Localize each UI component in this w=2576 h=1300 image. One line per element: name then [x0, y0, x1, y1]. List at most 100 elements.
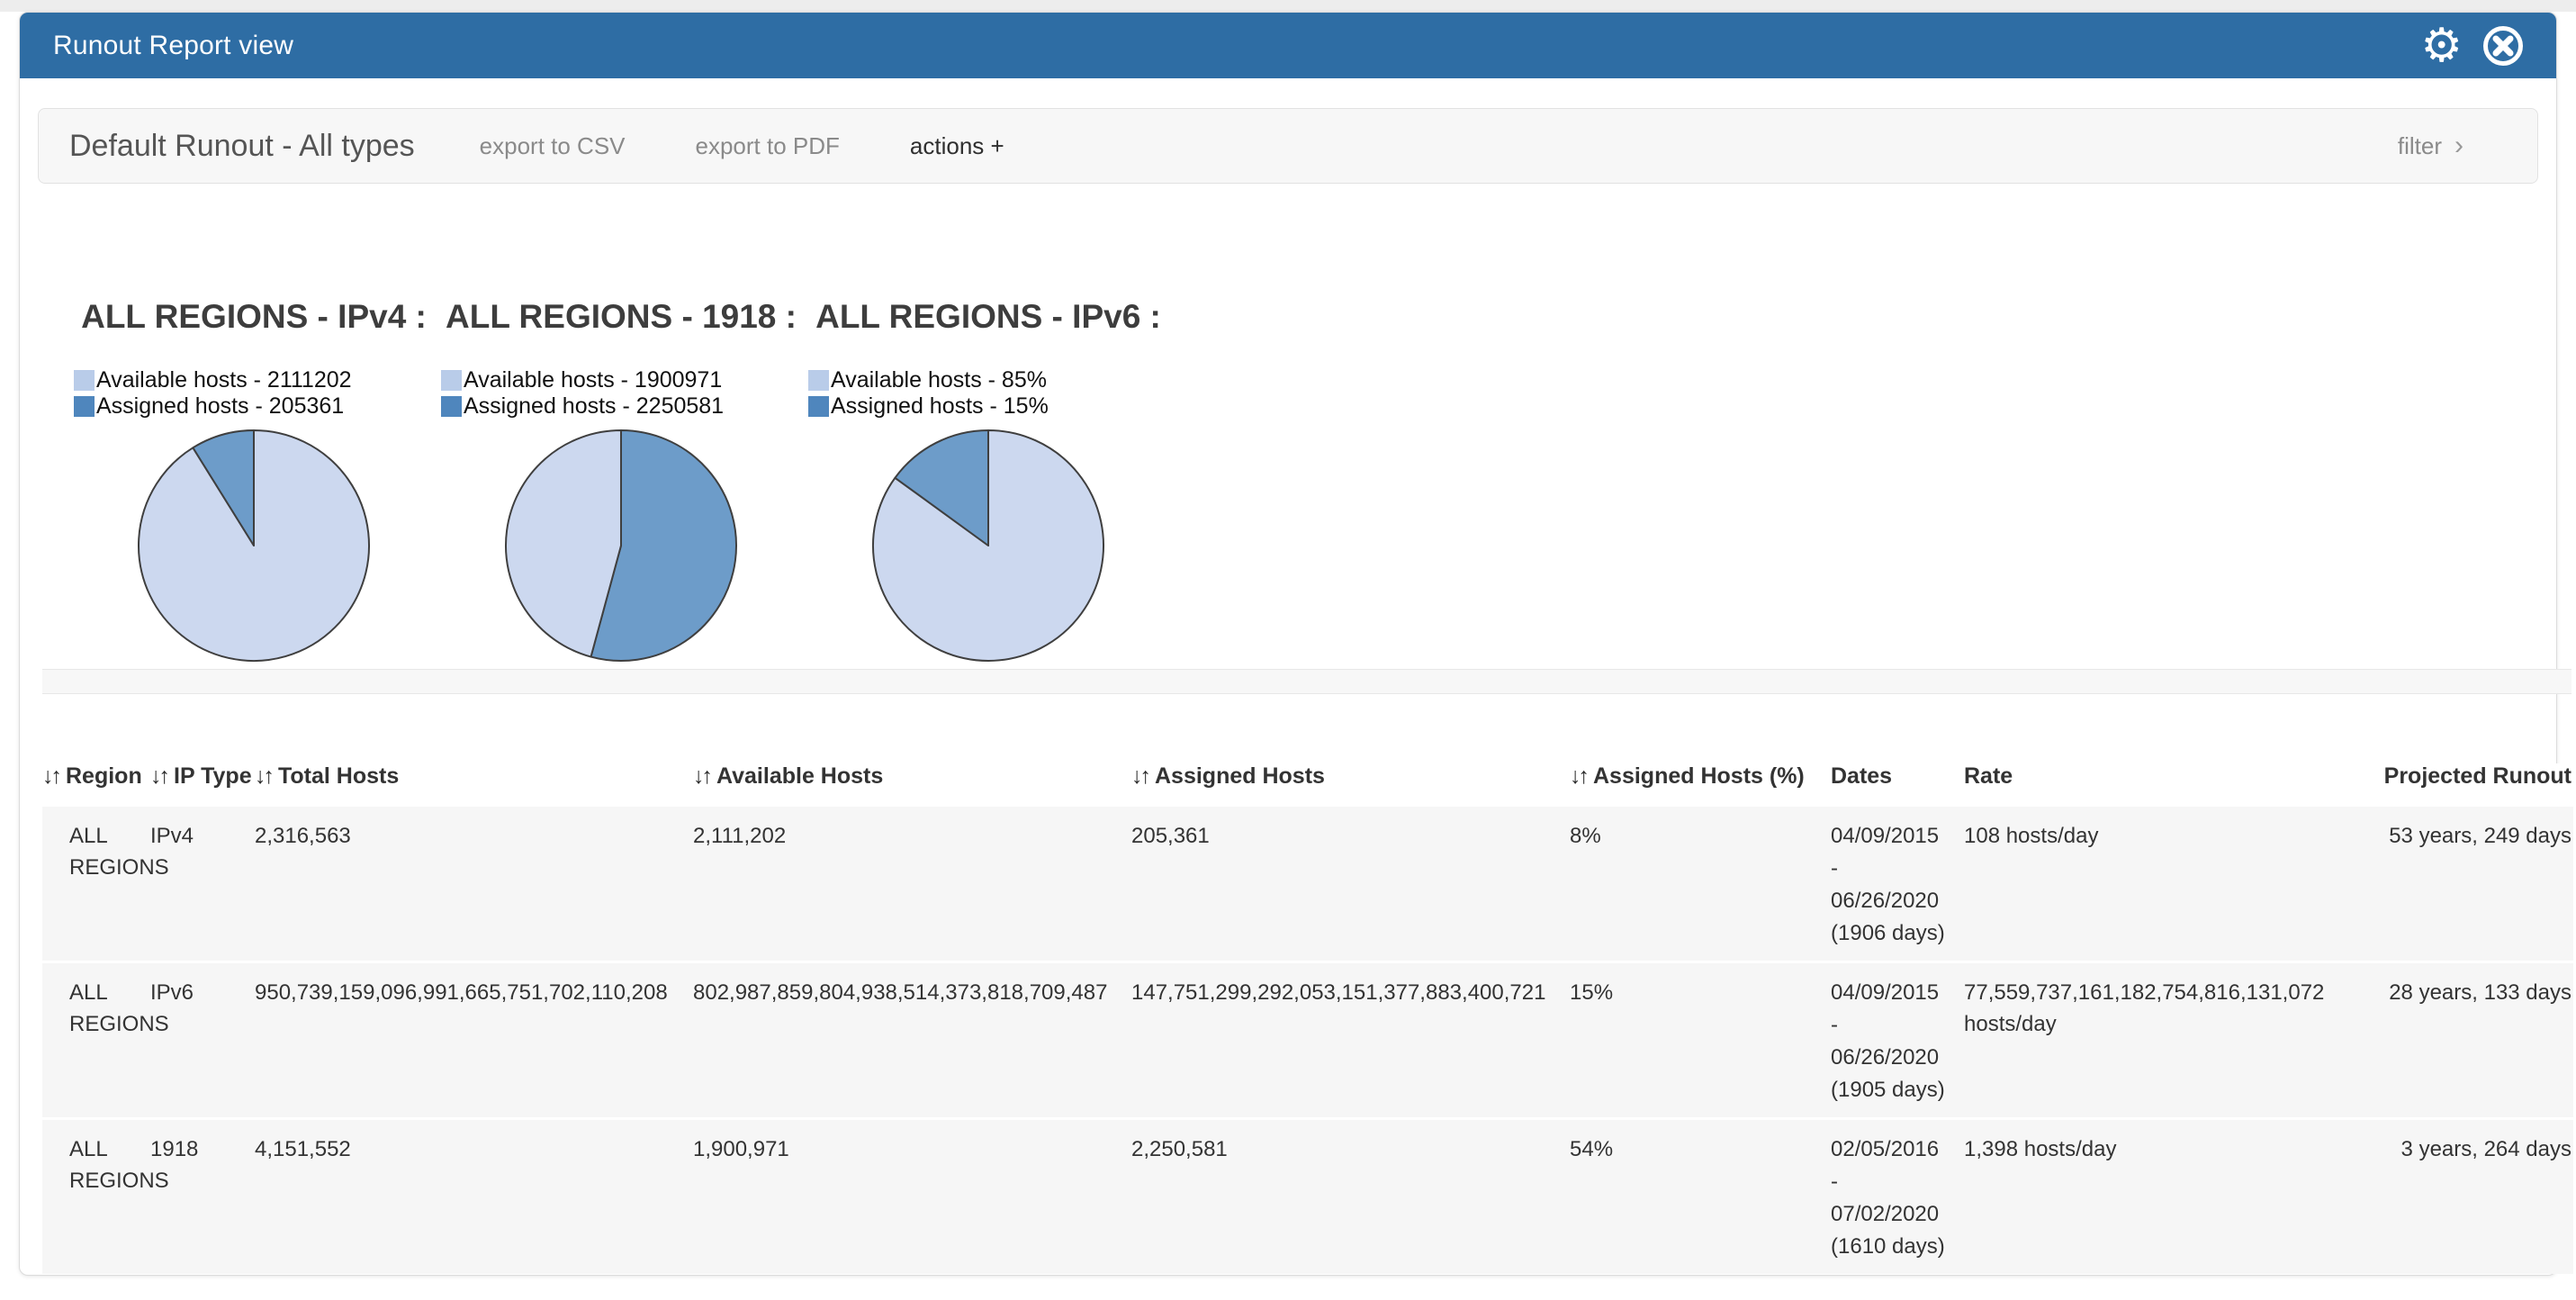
cell-region: ALL REGIONS [42, 1119, 150, 1275]
legend-label: Assigned hosts - 15% [831, 393, 1049, 420]
pie-ipv6 [862, 420, 1114, 672]
date-line: 07/02/2020 [1831, 1198, 1960, 1231]
cell-dates: 04/09/2015-06/26/2020(1905 days) [1831, 962, 1964, 1119]
date-line: (1610 days) [1831, 1231, 1960, 1263]
column-label: Dates [1831, 763, 1892, 789]
column-label: Total Hosts [278, 763, 399, 789]
report-title: Default Runout - All types [69, 129, 415, 164]
export-pdf-button[interactable]: export to PDF [696, 132, 840, 160]
table-row: ALL REGIONSIPv42,316,5632,111,202205,361… [42, 806, 2573, 962]
export-csv-button[interactable]: export to CSV [480, 132, 626, 160]
cell-available: 2,111,202 [693, 806, 1131, 962]
cell-assigned: 205,361 [1131, 806, 1570, 962]
table-body: ALL REGIONSIPv42,316,5632,111,202205,361… [42, 806, 2573, 1275]
column-header-rate: Rate [1964, 763, 2357, 806]
column-header-dates: Dates [1831, 763, 1964, 806]
column-header-projected: Projected Runout [2357, 763, 2573, 806]
table-header: ↓↑Region↓↑IP Type↓↑Total Hosts↓↑Availabl… [42, 763, 2573, 806]
cell-ip_type: IPv4 [150, 806, 255, 962]
legend-swatch-available [441, 370, 462, 391]
legend-label: Assigned hosts - 205361 [96, 393, 344, 420]
cell-region: ALL REGIONS [42, 962, 150, 1119]
legend-item: Assigned hosts - 15% [808, 393, 1172, 420]
actions-menu-button[interactable]: actions + [910, 132, 1004, 160]
chart-title: ALL REGIONS - IPv6 : [805, 299, 1172, 335]
column-header-total[interactable]: ↓↑Total Hosts [255, 763, 693, 806]
table-row: ALL REGIONSIPv6950,739,159,096,991,665,7… [42, 962, 2573, 1119]
column-label: Assigned Hosts [1155, 763, 1325, 789]
chart-1918: ALL REGIONS - 1918 : Available hosts - 1… [437, 299, 805, 672]
sort-icon: ↓↑ [42, 763, 59, 789]
chart-title: ALL REGIONS - 1918 : [437, 299, 805, 335]
legend-item: Available hosts - 85% [808, 367, 1172, 393]
date-line: 02/05/2016 [1831, 1133, 1960, 1166]
sort-icon: ↓↑ [255, 763, 272, 789]
runout-report-window: Runout Report view ⚙ Default Runout - Al… [19, 12, 2557, 1276]
chart-ipv4: ALL REGIONS - IPv4 : Available hosts - 2… [70, 299, 437, 672]
date-line: 06/26/2020 [1831, 1042, 1960, 1074]
table-row: ALL REGIONS19184,151,5521,900,9712,250,5… [42, 1119, 2573, 1275]
chart-legend: Available hosts - 1900971 Assigned hosts… [441, 367, 805, 420]
cell-total: 950,739,159,096,991,665,751,702,110,208 [255, 962, 693, 1119]
column-label: Available Hosts [716, 763, 883, 789]
legend-label: Available hosts - 85% [831, 367, 1047, 393]
sort-icon: ↓↑ [150, 763, 167, 789]
cell-projected: 3 years, 264 days [2357, 1119, 2573, 1275]
sort-icon: ↓↑ [693, 763, 710, 789]
report-toolbar: Default Runout - All types export to CSV… [38, 108, 2538, 184]
legend-item: Assigned hosts - 2250581 [441, 393, 805, 420]
window-titlebar: Runout Report view ⚙ [20, 13, 2556, 78]
cell-dates: 02/05/2016-07/02/2020(1610 days) [1831, 1119, 1964, 1275]
column-header-ip_type[interactable]: ↓↑IP Type [150, 763, 255, 806]
cell-total: 2,316,563 [255, 806, 693, 962]
filter-toggle[interactable]: filter › [2398, 131, 2463, 161]
legend-swatch-available [808, 370, 829, 391]
cell-region: ALL REGIONS [42, 806, 150, 962]
pie-ipv4 [128, 420, 380, 672]
chart-title: ALL REGIONS - IPv4 : [70, 299, 437, 335]
cell-assigned_pct: 54% [1570, 1119, 1831, 1275]
date-line: 06/26/2020 [1831, 885, 1960, 917]
cell-projected: 28 years, 133 days [2357, 962, 2573, 1119]
date-line: - [1831, 853, 1960, 885]
cell-rate: 77,559,737,161,182,754,816,131,072 hosts… [1964, 962, 2357, 1119]
legend-item: Available hosts - 2111202 [74, 367, 437, 393]
chart-legend: Available hosts - 2111202 Assigned hosts… [74, 367, 437, 420]
pie-1918 [495, 420, 747, 672]
legend-swatch-assigned [808, 396, 829, 417]
date-line: - [1831, 1166, 1960, 1198]
cell-projected: 53 years, 249 days [2357, 806, 2573, 962]
cell-rate: 1,398 hosts/day [1964, 1119, 2357, 1275]
date-line: (1905 days) [1831, 1074, 1960, 1106]
sort-icon: ↓↑ [1131, 763, 1148, 789]
charts-footer-strip [42, 669, 2571, 694]
titlebar-icons: ⚙ [2420, 23, 2556, 69]
chart-ipv6: ALL REGIONS - IPv6 : Available hosts - 8… [805, 299, 1172, 672]
cell-total: 4,151,552 [255, 1119, 693, 1275]
cell-assigned: 2,250,581 [1131, 1119, 1570, 1275]
legend-label: Available hosts - 2111202 [96, 367, 352, 393]
column-header-assigned[interactable]: ↓↑ Assigned Hosts [1131, 763, 1570, 806]
column-header-region[interactable]: ↓↑Region [42, 763, 150, 806]
date-line: (1906 days) [1831, 917, 1960, 950]
legend-swatch-available [74, 370, 95, 391]
cell-available: 1,900,971 [693, 1119, 1131, 1275]
charts-section: ALL REGIONS - IPv4 : Available hosts - 2… [70, 299, 1172, 672]
column-header-assigned_pct[interactable]: ↓↑Assigned Hosts (%) [1570, 763, 1831, 806]
column-header-available[interactable]: ↓↑Available Hosts [693, 763, 1131, 806]
column-label: Rate [1964, 763, 2013, 789]
close-icon[interactable] [2482, 25, 2524, 67]
filter-label: filter [2398, 132, 2442, 160]
legend-swatch-assigned [74, 396, 95, 417]
cell-assigned_pct: 8% [1570, 806, 1831, 962]
date-line: 04/09/2015 [1831, 820, 1960, 853]
cell-rate: 108 hosts/day [1964, 806, 2357, 962]
legend-swatch-assigned [441, 396, 462, 417]
cell-available: 802,987,859,804,938,514,373,818,709,487 [693, 962, 1131, 1119]
legend-item: Assigned hosts - 205361 [74, 393, 437, 420]
sort-icon: ↓↑ [1570, 763, 1587, 789]
window-title: Runout Report view [20, 31, 293, 61]
settings-gear-icon[interactable]: ⚙ [2420, 23, 2463, 69]
column-label: Projected Runout [2384, 763, 2571, 789]
chart-legend: Available hosts - 85% Assigned hosts - 1… [808, 367, 1172, 420]
